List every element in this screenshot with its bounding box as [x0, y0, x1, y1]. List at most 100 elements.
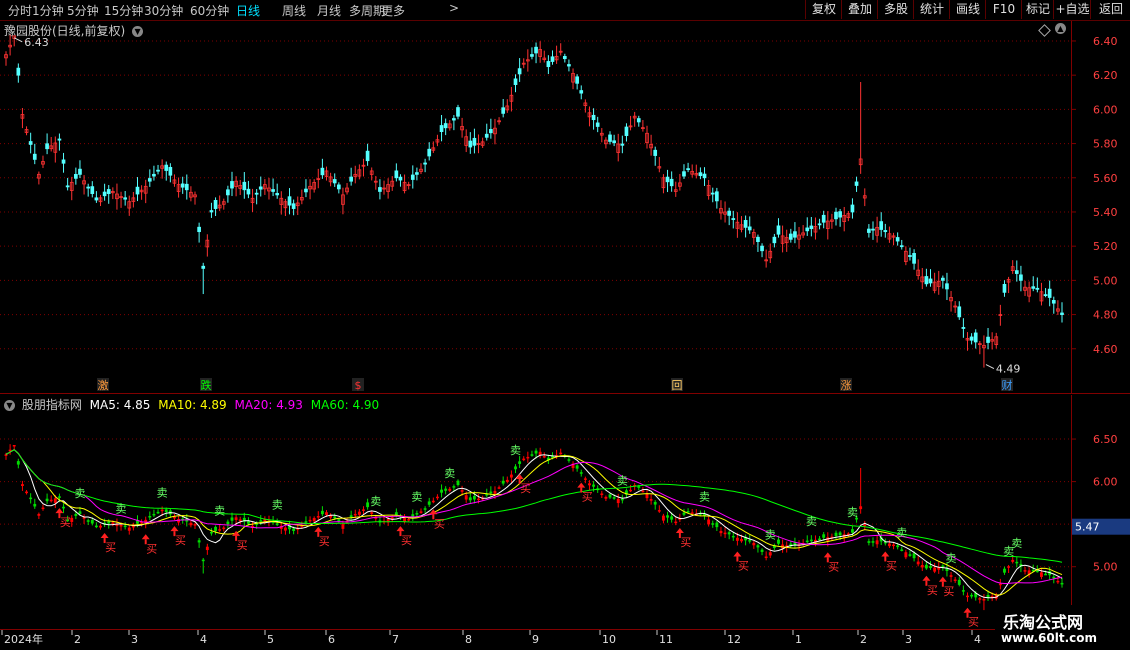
- candle-256[interactable]: [1056, 300, 1060, 315]
- ind-candle-77[interactable]: [320, 506, 324, 517]
- candle-214[interactable]: [883, 223, 888, 238]
- candle-45[interactable]: [189, 186, 193, 202]
- ind-candle-51[interactable]: [214, 525, 217, 535]
- event-marker-0[interactable]: 激: [97, 378, 109, 392]
- candle-139[interactable]: [575, 74, 579, 90]
- candle-249[interactable]: [1027, 281, 1031, 303]
- candle-15[interactable]: [65, 177, 70, 191]
- ind-candle-248[interactable]: [1023, 566, 1027, 575]
- candle-82[interactable]: [341, 187, 345, 215]
- candle-103[interactable]: [427, 142, 432, 161]
- candle-57[interactable]: [238, 179, 243, 195]
- ind-candle-9[interactable]: [41, 504, 45, 511]
- candle-154[interactable]: [636, 115, 641, 127]
- candle-194[interactable]: [801, 225, 805, 239]
- candle-247[interactable]: [1019, 265, 1023, 292]
- candle-181[interactable]: [747, 216, 752, 234]
- ind-candle-225[interactable]: [929, 561, 932, 570]
- ind-candle-156[interactable]: [645, 489, 649, 502]
- candle-163[interactable]: [673, 181, 678, 197]
- ind-candle-27[interactable]: [115, 518, 119, 532]
- ind-candle-146[interactable]: [604, 495, 608, 502]
- candle-199[interactable]: [821, 210, 826, 229]
- candle-63[interactable]: [263, 179, 267, 195]
- candle-84[interactable]: [349, 167, 353, 186]
- candle-36[interactable]: [152, 165, 156, 181]
- candle-68[interactable]: [283, 198, 288, 217]
- ind-candle-5[interactable]: [25, 490, 28, 495]
- candle-135[interactable]: [558, 43, 563, 56]
- ind-candle-106[interactable]: [440, 484, 443, 498]
- candle-202[interactable]: [834, 207, 838, 226]
- ind-candle-158[interactable]: [653, 500, 657, 510]
- candle-162[interactable]: [669, 171, 674, 192]
- ind-candle-226[interactable]: [933, 562, 937, 574]
- buy-signal-13[interactable]: 买: [881, 551, 897, 572]
- candle-56[interactable]: [234, 176, 238, 197]
- candle-110[interactable]: [456, 104, 460, 120]
- candle-93[interactable]: [386, 178, 390, 199]
- candle-6[interactable]: [28, 132, 33, 154]
- ind-candle-165[interactable]: [682, 508, 686, 517]
- candle-242[interactable]: [998, 304, 1003, 326]
- ind-candle-110[interactable]: [456, 479, 460, 487]
- ind-candle-138[interactable]: [571, 461, 575, 472]
- candle-21[interactable]: [90, 181, 95, 198]
- ind-candle-96[interactable]: [399, 513, 402, 521]
- candle-244[interactable]: [1006, 276, 1011, 294]
- ind-candle-235[interactable]: [970, 592, 974, 599]
- event-marker-5[interactable]: 财: [1001, 378, 1013, 392]
- candle-179[interactable]: [739, 216, 744, 233]
- candle-99[interactable]: [410, 165, 415, 189]
- ind-candle-88[interactable]: [366, 498, 370, 510]
- ind-candle-209[interactable]: [863, 520, 867, 530]
- sell-signal-1[interactable]: 卖: [116, 503, 127, 516]
- candle-61[interactable]: [254, 189, 259, 205]
- period-tab-4[interactable]: 30分钟: [144, 2, 183, 19]
- sell-signal-6[interactable]: 卖: [411, 491, 422, 504]
- ind-candle-35[interactable]: [148, 511, 152, 521]
- candle-124[interactable]: [513, 74, 518, 93]
- candle-52[interactable]: [217, 195, 222, 212]
- ind-candle-234[interactable]: [966, 592, 969, 602]
- candle-158[interactable]: [653, 146, 658, 166]
- candle-19[interactable]: [82, 175, 86, 195]
- ind-candle-176[interactable]: [727, 530, 731, 540]
- candle-153[interactable]: [632, 111, 637, 127]
- candle-112[interactable]: [464, 129, 469, 153]
- candle-24[interactable]: [102, 183, 107, 201]
- candle-105[interactable]: [435, 134, 440, 147]
- candle-224[interactable]: [924, 268, 929, 287]
- toolbar-button-1[interactable]: 叠加: [841, 0, 878, 19]
- sell-signal-4[interactable]: 卖: [272, 499, 283, 512]
- candle-32[interactable]: [135, 177, 140, 202]
- candle-152[interactable]: [628, 115, 633, 131]
- ind-candle-10[interactable]: [45, 493, 49, 504]
- candle-38[interactable]: [160, 159, 164, 179]
- candle-30[interactable]: [127, 195, 132, 216]
- candle-233[interactable]: [961, 318, 966, 338]
- ind-candle-8[interactable]: [37, 512, 41, 519]
- candle-121[interactable]: [501, 98, 506, 118]
- candle-172[interactable]: [710, 187, 715, 203]
- candle-101[interactable]: [419, 163, 423, 175]
- candle-37[interactable]: [156, 164, 160, 175]
- candle-204[interactable]: [842, 206, 847, 232]
- ind-candle-50[interactable]: [210, 528, 213, 536]
- candle-187[interactable]: [772, 233, 777, 248]
- candle-157[interactable]: [649, 134, 653, 156]
- candle-165[interactable]: [682, 164, 686, 179]
- candle-161[interactable]: [665, 169, 670, 193]
- ind-candle-54[interactable]: [226, 519, 230, 529]
- candle-137[interactable]: [567, 59, 571, 72]
- event-marker-4[interactable]: 涨: [840, 378, 852, 392]
- candle-111[interactable]: [460, 117, 464, 138]
- candle-222[interactable]: [916, 259, 921, 280]
- ind-candle-139[interactable]: [575, 464, 579, 472]
- period-tab-7[interactable]: 周线: [282, 2, 306, 19]
- ind-candle-71[interactable]: [296, 524, 300, 535]
- buy-signal-15[interactable]: 买: [938, 576, 955, 598]
- event-marker-2[interactable]: $: [352, 378, 364, 392]
- candle-203[interactable]: [838, 208, 842, 227]
- panel-collapse-icon[interactable]: ▲: [1055, 23, 1066, 34]
